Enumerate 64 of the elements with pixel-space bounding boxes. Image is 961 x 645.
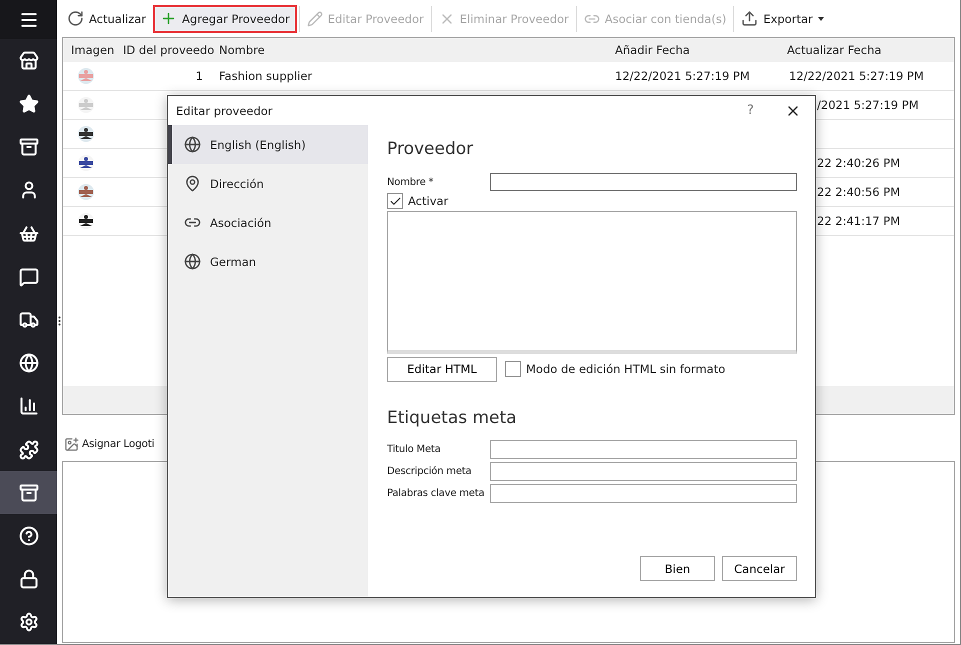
dialog-button[interactable]: Bien: [640, 556, 715, 581]
basket-icon: [18, 224, 38, 244]
checkbox[interactable]: [387, 193, 403, 209]
toolbar-button[interactable]: Exportar: [736, 6, 829, 32]
assign-logo-button[interactable]: Asignar Logoti: [62, 431, 156, 457]
input-field[interactable]: [490, 484, 797, 502]
store-icon: [18, 50, 38, 71]
checkbox[interactable]: [505, 361, 521, 377]
dialog-title: Editar proveedor: [176, 104, 274, 118]
table-cell: 1: [196, 69, 203, 83]
table-cell: 12/22/2021 5:27:19 PM: [615, 69, 750, 83]
input-field[interactable]: [490, 173, 797, 191]
dialog-button[interactable]: Cancelar: [722, 556, 797, 581]
table-cell: 12/22/2021 5:27:19 PM: [789, 69, 924, 83]
nav-item[interactable]: English (English): [168, 125, 368, 164]
column-header: Imagen: [70, 42, 115, 56]
field-label: Titulo Meta: [387, 444, 442, 454]
archive-icon: [18, 137, 38, 158]
sidebar-item[interactable]: [0, 0, 57, 40]
table-cell: 22 2:41:17 PM: [817, 214, 900, 228]
table-cell: /2021 5:27:19 PM: [817, 98, 919, 112]
settings-icon: [18, 612, 38, 632]
field-label: Nombre *: [387, 176, 434, 188]
pin-icon: [184, 175, 201, 192]
column-header: Añadir Fecha: [614, 42, 691, 56]
table-cell: 22 2:40:26 PM: [817, 156, 900, 170]
puzzle-icon: [18, 440, 38, 460]
table-cell: Fashion supplier: [219, 69, 312, 83]
section-heading: Etiquetas meta: [387, 408, 518, 428]
sidebar-item[interactable]: [0, 471, 57, 514]
chart-icon: [18, 396, 38, 416]
edit-html-button[interactable]: Editar HTML: [387, 356, 497, 382]
image-add-icon: [64, 436, 79, 452]
nav-item[interactable]: German: [168, 242, 368, 281]
field-label: Descripción meta: [387, 466, 472, 476]
refresh-icon: [67, 10, 84, 27]
check-icon: [388, 194, 402, 208]
help-icon: [18, 526, 38, 546]
table-cell: 22 2:40:56 PM: [817, 185, 900, 199]
toolbar-button[interactable]: Actualizar: [62, 6, 152, 32]
checkbox-label: Activar: [408, 194, 448, 208]
lock-icon: [18, 569, 38, 590]
field-label: Palabras clave meta: [387, 488, 486, 498]
pencil-icon: [306, 10, 323, 26]
nav-item[interactable]: Asociación: [168, 203, 368, 242]
help-button[interactable]: ?: [747, 103, 777, 118]
truck-icon: [18, 310, 38, 330]
section-heading: Proveedor: [387, 139, 474, 159]
column-header: Nombre: [218, 42, 266, 56]
nav-item[interactable]: Dirección: [168, 164, 368, 203]
caret-icon: [818, 16, 824, 20]
globe-icon: [184, 253, 201, 270]
archive-icon: [18, 482, 38, 503]
globe-icon: [18, 353, 38, 374]
checkbox-label: Modo de edición HTML sin formato: [526, 362, 726, 376]
toolbar-button[interactable]: Agregar Proveedor: [153, 4, 297, 32]
chat-icon: [18, 266, 38, 287]
input-field[interactable]: [490, 440, 797, 458]
upload-icon: [741, 10, 758, 27]
star-icon: [18, 94, 38, 114]
input-field[interactable]: [490, 462, 797, 480]
globe-icon: [184, 136, 201, 153]
splitter-handle-icon[interactable]: [58, 316, 61, 326]
column-header: Actualizar Fecha: [786, 42, 882, 56]
